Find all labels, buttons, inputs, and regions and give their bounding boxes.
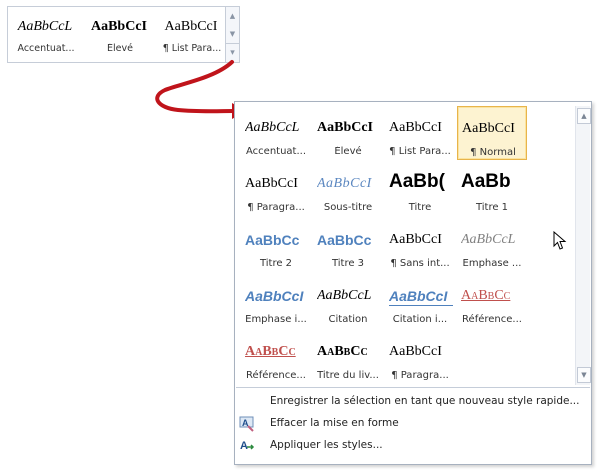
clear-formatting-command[interactable]: A Effacer la mise en forme: [235, 413, 591, 435]
style-preview: AaBbCcI: [462, 121, 515, 136]
style-item[interactable]: AaBbCc Titre du liv...: [313, 330, 383, 384]
style-label: Titre 3: [331, 258, 365, 269]
style-label: Titre du liv...: [317, 370, 379, 381]
svg-text:A: A: [240, 440, 248, 452]
style-item[interactable]: AaBbCcI ¶ Sans int...: [385, 218, 455, 272]
styles-dropdown-panel: AaBbCcL Accentuat... AaBbCcI Élevé AaBbCcI ¶ …: [234, 101, 592, 465]
style-preview: AaBbCc: [245, 344, 296, 359]
style-preview: AaBbCcI: [245, 288, 304, 304]
style-preview: AaBbCcI: [245, 176, 298, 191]
style-preview: AaBbCc: [245, 232, 300, 248]
style-item[interactable]: AaBbCc Titre 2: [241, 218, 311, 272]
style-item[interactable]: AaBbCcL Accentuat...: [241, 106, 311, 160]
style-label: ¶ Paragra...: [391, 370, 449, 381]
style-label: Élevé: [334, 146, 362, 157]
style-item[interactable]: AaBbCcI Sous-titre: [313, 162, 383, 216]
style-preview: AaBbCc: [317, 232, 372, 248]
panel-scrollbar[interactable]: ▲ ▼: [575, 106, 591, 385]
panel-divider: [236, 387, 590, 388]
style-preview: AaBbCc: [461, 288, 511, 303]
style-item[interactable]: AaBbCcI ¶ Normal: [457, 106, 527, 160]
style-item[interactable]: AaBb( Titre: [385, 162, 455, 216]
style-item[interactable]: AaBbCcI Élevé: [313, 106, 383, 160]
style-item[interactable]: AaBbCcI Citation i...: [385, 274, 455, 328]
style-item[interactable]: AaBbCcI ¶ Paragra...: [385, 330, 455, 384]
style-preview: AaBbCc: [317, 344, 368, 359]
style-item[interactable]: AaBb Titre 1: [457, 162, 527, 216]
style-label: ¶ Paragra...: [247, 202, 305, 213]
style-label: Titre 1: [475, 202, 509, 213]
style-label: Accentuat...: [246, 146, 306, 157]
style-preview: AaBbCcI: [389, 232, 442, 247]
apply-styles-command[interactable]: A Appliquer les styles...: [235, 435, 591, 457]
style-preview: AaBbCcL: [245, 120, 300, 135]
style-item[interactable]: AaBbCc Référence...: [457, 274, 527, 328]
style-preview: AaBb: [461, 171, 511, 192]
style-item[interactable]: AaBbCcI Emphase i...: [241, 274, 311, 328]
style-item[interactable]: AaBbCcI ¶ Paragra...: [241, 162, 311, 216]
style-preview: AaBbCcI: [317, 176, 372, 191]
style-preview: AaBbCcI: [389, 288, 453, 306]
style-label: Sous-titre: [323, 202, 373, 213]
save-quick-style-command[interactable]: Enregistrer la sélection en tant que nou…: [235, 391, 591, 413]
scroll-up-icon[interactable]: ▲: [577, 108, 591, 124]
style-preview: AaBbCcI: [389, 120, 442, 135]
style-item[interactable]: AaBbCcL Citation: [313, 274, 383, 328]
style-label: ¶ List Para...: [389, 146, 451, 157]
style-item[interactable]: AaBbCc Titre 3: [313, 218, 383, 272]
style-preview: AaBb(: [389, 171, 445, 192]
style-label: Titre: [408, 202, 432, 213]
mouse-cursor-icon: [553, 231, 567, 250]
style-label: Citation i...: [392, 314, 448, 325]
style-label: Citation: [328, 314, 368, 325]
style-item[interactable]: AaBbCcI ¶ List Para...: [385, 106, 455, 160]
style-preview: AaBbCcI: [317, 120, 374, 135]
styles-grid: AaBbCcL Accentuat... AaBbCcI Élevé AaBbCcI ¶ …: [235, 102, 575, 386]
style-preview: AaBbCcL: [317, 288, 372, 303]
command-label: Enregistrer la sélection en tant que nou…: [270, 395, 580, 407]
style-preview: AaBbCcL: [461, 232, 516, 247]
style-item[interactable]: AaBbCc Référence...: [241, 330, 311, 384]
style-label: Emphase ...: [462, 258, 522, 269]
style-label: Titre 2: [259, 258, 293, 269]
command-label: Appliquer les styles...: [270, 439, 383, 451]
style-label: ¶ Sans int...: [390, 258, 450, 269]
style-preview: AaBbCcI: [389, 344, 442, 359]
scroll-down-icon[interactable]: ▼: [577, 367, 591, 383]
clear-formatting-icon: A: [239, 416, 255, 432]
style-label: Emphase i...: [245, 314, 307, 325]
style-label: ¶ Normal: [470, 147, 516, 158]
command-label: Effacer la mise en forme: [270, 417, 399, 429]
style-label: Référence...: [246, 370, 306, 381]
style-label: Référence...: [462, 314, 522, 325]
style-item[interactable]: AaBbCcL Emphase ...: [457, 218, 527, 272]
apply-styles-icon: A: [239, 438, 255, 454]
